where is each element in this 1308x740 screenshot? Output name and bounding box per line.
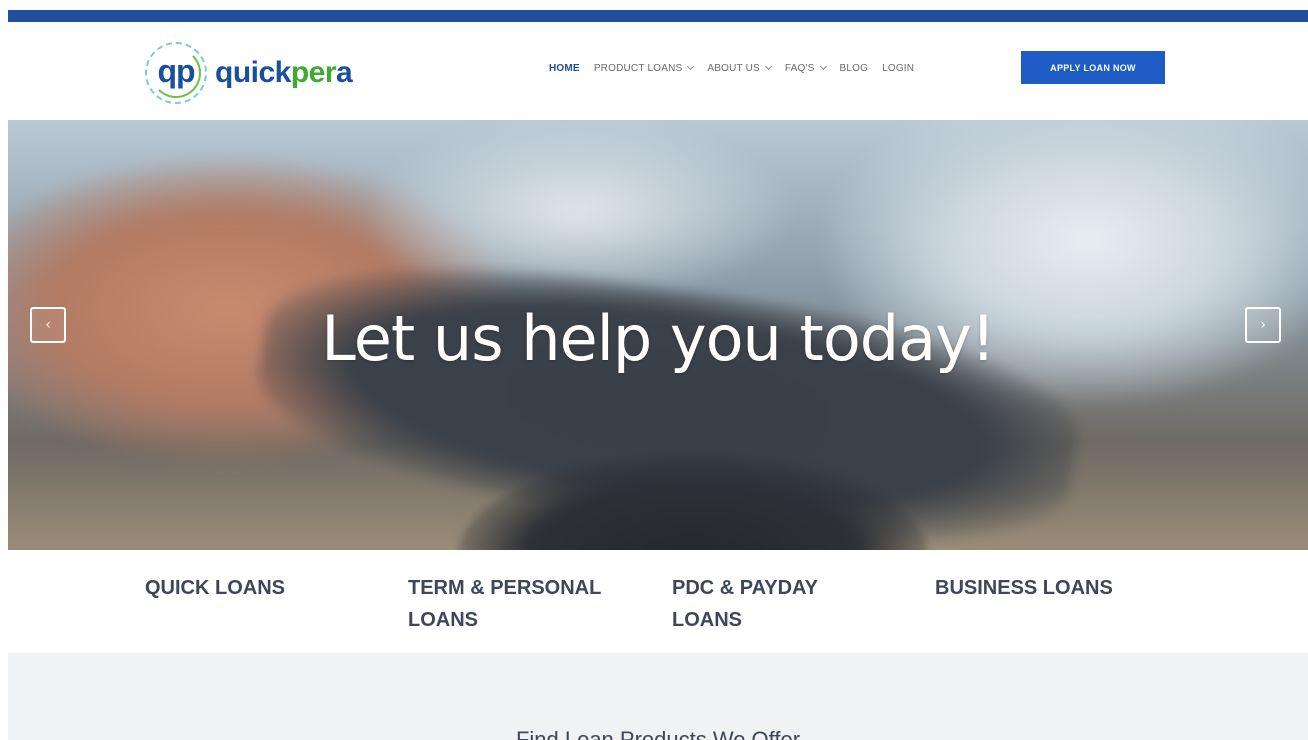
nav-item-product-loans[interactable]: PRODUCT LOANS bbox=[593, 62, 695, 74]
top-accent-bar bbox=[8, 10, 1308, 22]
nav-item-login[interactable]: LOGIN bbox=[882, 63, 914, 74]
logo-word-part3: a bbox=[336, 56, 353, 89]
section-title: Find Loan Products We Offer bbox=[515, 727, 801, 740]
nav-item-label: BLOG bbox=[839, 62, 869, 74]
logo-mark-text: qp bbox=[157, 53, 195, 89]
hero-title: Let us help you today! bbox=[321, 302, 995, 375]
slider-prev-button[interactable]: ‹ bbox=[30, 307, 66, 343]
chevron-down-icon bbox=[687, 62, 695, 71]
nav-item-about-us[interactable]: ABOUT US bbox=[707, 62, 772, 74]
site-logo[interactable]: qp quickpera bbox=[145, 42, 353, 104]
nav-item-label: LOGIN bbox=[882, 62, 915, 74]
chevron-down-icon bbox=[819, 62, 827, 71]
chevron-right-icon: › bbox=[1260, 317, 1266, 333]
site-header: qp quickpera HOME PRODUCT LOANS ABOUT US… bbox=[8, 22, 1308, 120]
apply-loan-now-button[interactable]: APPLY LOAN NOW bbox=[1021, 51, 1165, 84]
nav-item-label: FAQ'S bbox=[784, 62, 815, 74]
chevron-left-icon: ‹ bbox=[45, 317, 51, 333]
loan-category-business[interactable]: BUSINESS LOANS bbox=[935, 572, 1175, 604]
nav-item-label: HOME bbox=[549, 62, 580, 74]
loan-products-section: Find Loan Products We Offer bbox=[8, 653, 1308, 740]
nav-item-home[interactable]: HOME bbox=[549, 63, 580, 74]
chevron-down-icon bbox=[764, 62, 772, 71]
logo-wordmark: quickpera bbox=[215, 56, 353, 90]
nav-item-faqs[interactable]: FAQ'S bbox=[784, 62, 827, 74]
logo-mark-icon: qp bbox=[145, 42, 207, 104]
logo-word-part2: per bbox=[290, 56, 337, 89]
nav-item-label: ABOUT US bbox=[707, 62, 760, 74]
loan-category-term-personal[interactable]: TERM & PERSONAL LOANS bbox=[408, 572, 648, 636]
slider-next-button[interactable]: › bbox=[1245, 307, 1281, 343]
hero-slider: Let us help you today! ‹ › bbox=[8, 120, 1308, 550]
loan-categories: QUICK LOANS TERM & PERSONAL LOANS PDC & … bbox=[8, 550, 1308, 653]
nav-item-blog[interactable]: BLOG bbox=[840, 63, 869, 74]
main-nav: HOME PRODUCT LOANS ABOUT US FAQ'S BLOG L… bbox=[549, 61, 928, 75]
loan-category-pdc-payday[interactable]: PDC & PAYDAY LOANS bbox=[672, 572, 872, 636]
nav-item-label: PRODUCT LOANS bbox=[593, 62, 683, 74]
loan-category-quick-loans[interactable]: QUICK LOANS bbox=[145, 572, 375, 604]
logo-word-part1: quick bbox=[215, 56, 291, 89]
